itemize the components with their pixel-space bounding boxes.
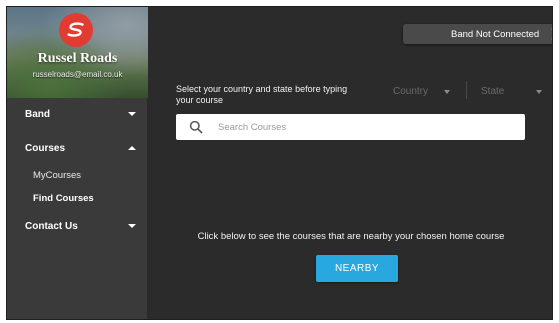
search-box[interactable] — [176, 114, 525, 140]
avatar[interactable] — [59, 13, 93, 47]
chevron-down-icon — [444, 90, 450, 94]
sidebar-item-label: Courses — [25, 142, 66, 154]
chevron-down-icon — [536, 90, 542, 94]
search-instruction: Select your country and state before typ… — [176, 84, 348, 105]
stylized-s-logo-icon — [67, 22, 84, 37]
chevron-down-icon — [128, 224, 136, 228]
profile-name: Russel Roads — [37, 51, 118, 66]
close-icon[interactable] — [549, 26, 552, 42]
sidebar: Russel Roads russelroads@email.co.uk Ban… — [7, 7, 148, 319]
country-select[interactable]: Country — [393, 83, 450, 99]
chevron-down-icon — [128, 112, 136, 116]
main-content: Band Not Connected Select your country a… — [148, 7, 552, 319]
search-icon — [189, 120, 203, 134]
search-input[interactable] — [218, 114, 518, 140]
chevron-up-icon — [128, 146, 136, 150]
sidebar-subitem-mycourses[interactable]: MyCourses — [7, 164, 148, 187]
sidebar-item-label: Band — [25, 108, 50, 120]
band-status-badge[interactable]: Band Not Connected — [403, 24, 552, 44]
profile-email: russelroads@email.co.uk — [32, 70, 123, 79]
state-select[interactable]: State — [481, 83, 542, 99]
app-window: Russel Roads russelroads@email.co.uk Ban… — [6, 6, 553, 320]
sidebar-item-courses[interactable]: Courses — [7, 132, 148, 164]
sidebar-item-band[interactable]: Band — [7, 98, 148, 130]
state-select-label: State — [481, 85, 505, 97]
band-status-text: Band Not Connected — [451, 28, 540, 40]
country-select-label: Country — [393, 85, 429, 97]
nearby-button[interactable]: NEARBY — [316, 255, 398, 282]
sidebar-item-label: Contact Us — [25, 220, 78, 232]
profile-header: Russel Roads russelroads@email.co.uk — [7, 7, 148, 98]
sidebar-nav: Band Courses MyCourses Find Courses Cont… — [7, 98, 148, 242]
sidebar-item-contact-us[interactable]: Contact Us — [7, 210, 148, 242]
nearby-description: Click below to see the courses that are … — [197, 231, 505, 242]
dropdown-divider — [466, 81, 467, 99]
sidebar-subitem-find-courses[interactable]: Find Courses — [7, 187, 148, 210]
